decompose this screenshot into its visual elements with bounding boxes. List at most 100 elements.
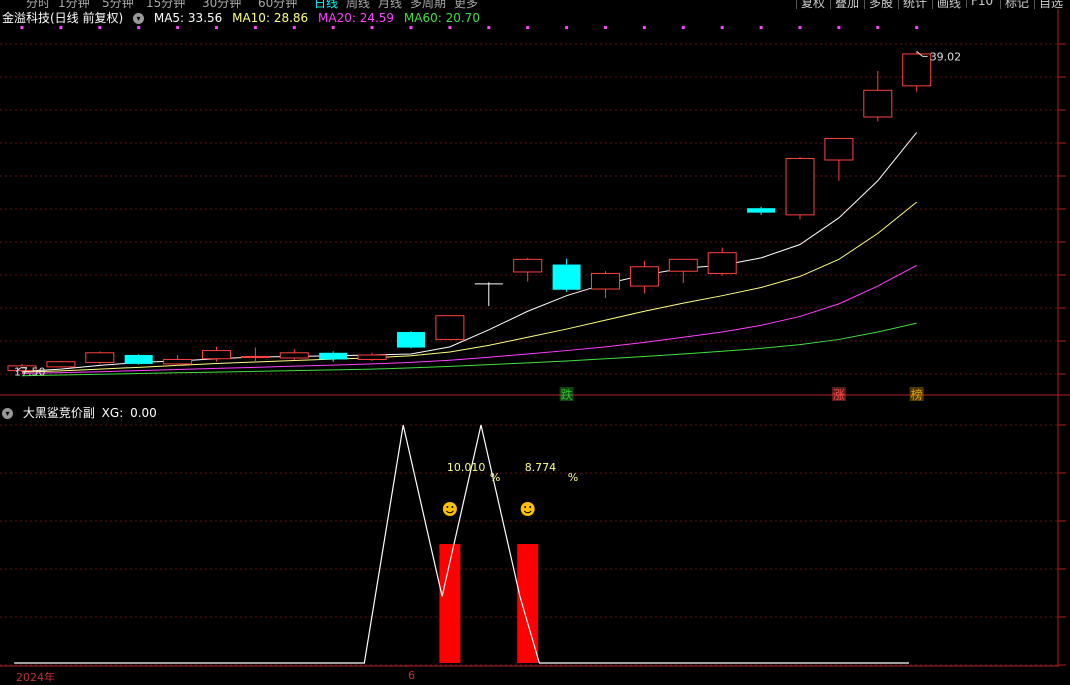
candle[interactable] <box>785 157 815 220</box>
period-tab-7[interactable]: 周线 <box>346 0 370 9</box>
candle-body <box>513 258 543 273</box>
candle[interactable] <box>357 352 387 361</box>
toolbar-button-0[interactable]: 复权 <box>796 0 825 9</box>
candle[interactable] <box>863 71 893 122</box>
candle[interactable] <box>85 351 115 364</box>
period-tab-3[interactable]: 15分钟 <box>146 0 185 9</box>
candle-body <box>668 258 698 272</box>
marker-dot <box>176 26 180 29</box>
toolbar-button-6[interactable]: 标记 <box>1000 0 1029 9</box>
candle[interactable] <box>435 315 465 341</box>
candle[interactable] <box>552 258 581 292</box>
candle-body <box>824 137 854 161</box>
candle-body <box>202 350 231 360</box>
marker-dot <box>292 26 296 29</box>
candle[interactable] <box>397 331 425 349</box>
ma60-line <box>21 322 917 377</box>
low-price-label: 17.50 <box>14 366 46 379</box>
toolbar-button-4[interactable]: 画线 <box>932 0 961 9</box>
candle-body <box>863 89 893 118</box>
marker-dot <box>798 26 802 29</box>
period-tab-1[interactable]: 1分钟 <box>58 0 90 9</box>
toolbar-button-5[interactable]: F10 <box>966 0 993 8</box>
period-tab-4[interactable]: 30分钟 <box>202 0 241 9</box>
price-chart[interactable]: 39.02 17.50 跌 涨 榜 <box>0 9 1070 405</box>
candle[interactable] <box>124 354 153 365</box>
candle[interactable] <box>707 247 737 276</box>
month-label: 6 <box>408 669 415 682</box>
period-tab-8[interactable]: 月线 <box>378 0 402 9</box>
indicator-chart[interactable]: 10.010% 8.774% <box>0 405 1070 667</box>
candle-body <box>902 53 932 87</box>
marker-dot <box>253 26 257 29</box>
marker-dot <box>604 26 607 29</box>
period-tab-5[interactable]: 60分钟 <box>258 0 297 9</box>
smiley-eye <box>529 506 532 508</box>
marker-dot <box>876 26 880 29</box>
smiley-icon <box>520 502 535 516</box>
period-tab-6[interactable]: 日线 <box>314 0 338 9</box>
smiley-eye <box>451 506 454 508</box>
candle[interactable] <box>902 51 932 92</box>
candle-body <box>747 208 776 213</box>
signal-bar[interactable] <box>517 544 539 663</box>
candle-body <box>357 354 387 360</box>
marker-dot <box>448 26 452 29</box>
indicator-value-label: 8.774 <box>525 461 557 474</box>
candle-body <box>552 264 581 290</box>
marker-dot <box>642 26 646 29</box>
candle-body <box>397 332 425 348</box>
period-tab-9[interactable]: 多周期 <box>410 0 446 9</box>
candle-body <box>629 266 659 287</box>
indicator-unit-label: % <box>568 471 578 484</box>
toolbar-button-7[interactable]: 自选 <box>1034 0 1063 9</box>
candle-body <box>435 315 465 340</box>
candle[interactable] <box>474 282 503 307</box>
candle[interactable] <box>668 258 698 284</box>
candle[interactable] <box>824 137 854 181</box>
marker-dot <box>915 26 919 29</box>
candle[interactable] <box>747 206 776 215</box>
smiley-icon <box>442 502 457 516</box>
high-price-label: 39.02 <box>930 50 962 63</box>
event-tag[interactable]: 涨 <box>833 387 845 402</box>
period-tab-0[interactable]: 分时 <box>26 0 50 9</box>
period-toolbar: 分时 1分钟 5分钟 15分钟 30分钟 60分钟 日线 周线 月线 多周期 更多 复权 叠加 多股 统计画… <box>0 0 1070 9</box>
candle-body <box>163 358 193 365</box>
candle-body <box>124 355 153 364</box>
marker-dot <box>59 26 63 29</box>
candle-body <box>85 352 115 363</box>
marker-dot <box>759 26 763 29</box>
smiley-eye <box>524 506 527 508</box>
marker-dot <box>409 26 413 29</box>
candle-body <box>240 355 270 358</box>
candle[interactable] <box>591 271 620 298</box>
event-tag[interactable]: 榜 <box>911 387 923 402</box>
marker-dot <box>20 26 24 29</box>
marker-dot <box>487 26 491 29</box>
marker-dot <box>565 26 569 29</box>
candle[interactable] <box>46 360 76 368</box>
period-tab-2[interactable]: 5分钟 <box>102 0 134 9</box>
toolbar-button-2[interactable]: 多股 <box>864 0 893 9</box>
candle-body <box>46 361 76 368</box>
candle[interactable] <box>513 257 543 282</box>
candle-body <box>707 252 737 274</box>
marker-dot <box>837 26 841 29</box>
candle[interactable] <box>319 351 348 362</box>
indicator-value-label: 10.010 <box>447 461 486 474</box>
candle[interactable] <box>629 260 659 294</box>
indicator-unit-label: % <box>490 471 500 484</box>
toolbar-button-1[interactable]: 叠加 <box>830 0 859 9</box>
marker-dot <box>98 26 102 29</box>
marker-dot <box>720 26 724 29</box>
toolbar-button-3[interactable]: 统计 <box>898 0 927 9</box>
candle[interactable] <box>279 349 309 361</box>
marker-dot <box>331 26 335 29</box>
period-tab-10[interactable]: 更多 <box>454 0 478 9</box>
marker-dot <box>370 26 374 29</box>
candle[interactable] <box>240 347 270 361</box>
marker-dot <box>526 26 530 29</box>
event-tag[interactable]: 跌 <box>561 387 573 402</box>
smiley-face <box>442 502 457 516</box>
